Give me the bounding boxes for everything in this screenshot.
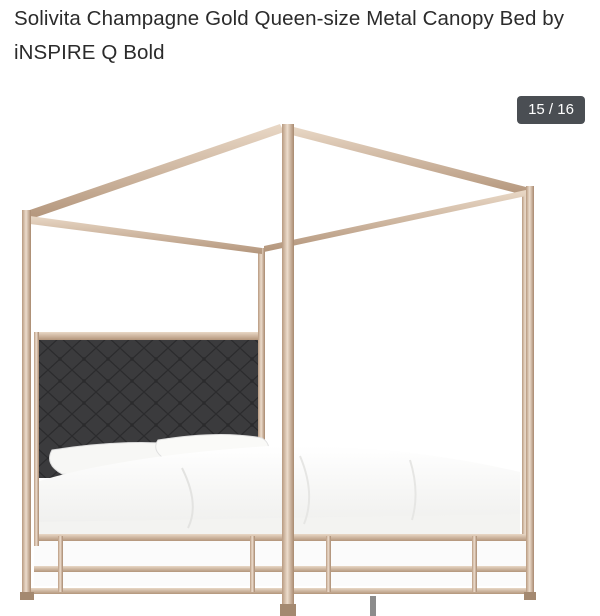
product-image-gallery[interactable] [0,84,600,616]
canopy-bed-photo [20,124,536,616]
image-counter-badge: 15 / 16 [517,96,585,124]
canopy-rail-back [288,126,530,196]
canopy-rail-left [24,124,284,220]
front-right-post [282,124,294,616]
front-left-post [22,210,31,596]
listing-title: Solivita Champagne Gold Queen-size Metal… [14,7,565,64]
